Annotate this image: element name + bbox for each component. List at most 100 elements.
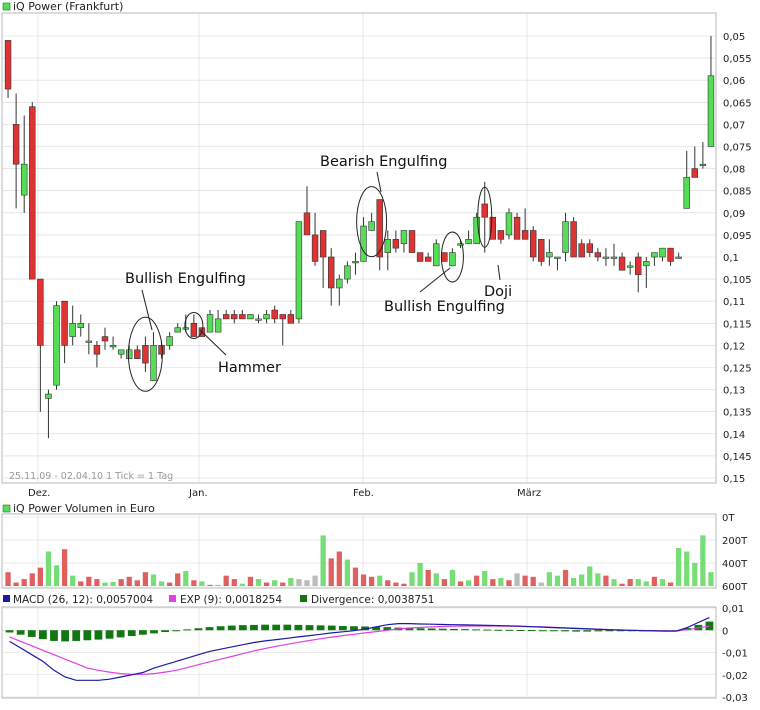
volume-bar — [708, 572, 714, 586]
price-tick-label: 0,07 — [723, 120, 745, 131]
volume-bar — [304, 580, 310, 586]
legend-swatch-exp — [169, 595, 176, 602]
volume-bar — [231, 579, 237, 586]
candle-body — [659, 247, 666, 258]
divergence-bar — [494, 629, 503, 631]
divergence-bar — [527, 630, 536, 632]
candle-body — [319, 230, 327, 258]
volume-bar — [191, 580, 197, 586]
chart-canvas: 0,05 0,055 0,06 0,065 0,07 0,075 0,08 0,085 0,09… — [0, 0, 760, 706]
price-tick-label: 0,135 — [723, 408, 752, 419]
price-tick-label: 0,13 — [723, 386, 745, 397]
candle-body — [279, 314, 286, 320]
candle-body — [505, 212, 513, 236]
divergence-bar — [205, 627, 214, 631]
candle-body — [481, 203, 488, 218]
candle-body — [231, 314, 238, 320]
volume-bar — [449, 569, 456, 586]
volume-bar — [465, 580, 472, 586]
candle-body — [85, 340, 93, 343]
volume-bar — [538, 582, 544, 586]
candle-body — [707, 75, 715, 147]
volume-bar — [619, 583, 625, 586]
volume-bar — [312, 575, 318, 586]
macd-tick-label: -0,01 — [722, 649, 748, 660]
macd-tick-label: -0,03 — [722, 693, 748, 704]
candle-body — [255, 318, 262, 321]
macd-tick-label: -0,02 — [722, 671, 748, 682]
candle-body — [497, 230, 505, 240]
volume-bar — [409, 572, 415, 586]
price-panel-title: iQ Power (Frankfurt) — [13, 0, 123, 13]
divergence-bar — [583, 630, 592, 632]
candle-body — [651, 252, 658, 258]
candle-body — [206, 314, 214, 333]
volume-bar — [336, 551, 342, 586]
divergence-bar — [350, 626, 358, 631]
volume-tick-label: 0T — [722, 513, 735, 524]
divergence-bar — [294, 624, 303, 631]
candle-body — [643, 261, 650, 267]
pattern-label: Hammer — [218, 360, 281, 376]
volume-bar — [45, 551, 52, 586]
divergence-bar — [27, 630, 36, 637]
candle-body — [93, 345, 101, 355]
divergence-bar — [161, 630, 169, 633]
volume-bar — [554, 575, 561, 586]
legend-swatch-price — [2, 2, 11, 11]
candle-body — [562, 221, 569, 253]
volume-bar — [684, 551, 690, 586]
divergence-bar — [94, 630, 103, 640]
divergence-bar — [461, 629, 469, 631]
candle-body — [190, 322, 198, 337]
candle-body — [360, 225, 367, 262]
price-tick-label: 0,095 — [723, 231, 752, 242]
divergence-bar — [116, 630, 125, 638]
divergence-bar — [83, 630, 92, 641]
volume-bar — [296, 579, 302, 586]
candle-body — [61, 300, 68, 346]
volume-bar — [425, 569, 431, 586]
divergence-bar — [505, 629, 514, 631]
volume-bar — [368, 576, 375, 586]
price-tick-label: 0,065 — [723, 98, 752, 109]
volume-bar — [474, 575, 480, 586]
divergence-bar — [594, 630, 603, 632]
divergence-bar — [61, 630, 69, 642]
candle-body — [344, 265, 351, 280]
candle-body — [546, 252, 553, 258]
volume-bar — [659, 579, 666, 586]
divergence-bar — [705, 621, 714, 631]
candle-body — [521, 230, 529, 240]
volume-bar — [457, 581, 464, 586]
month-tick-label: Jan. — [188, 488, 208, 499]
candle-body — [126, 349, 133, 359]
legend-swatch-divergence — [300, 595, 307, 602]
divergence-bar — [427, 628, 436, 631]
volume-bar — [667, 582, 674, 586]
candle-body — [699, 163, 707, 166]
candle-body — [4, 40, 12, 90]
divergence-bar — [183, 629, 192, 631]
candle-body — [554, 256, 561, 259]
candle-body — [271, 309, 278, 320]
volume-bar — [263, 582, 270, 586]
volume-bar — [5, 572, 11, 586]
candle-body — [368, 221, 375, 231]
volume-bar — [417, 563, 423, 586]
candle-body — [134, 349, 141, 359]
divergence-bar — [283, 624, 292, 631]
month-tick-label: Feb. — [353, 488, 374, 499]
legend-exp: EXP (9): 0,0018254 — [180, 594, 282, 606]
candle-body — [538, 239, 545, 262]
volume-bar — [86, 576, 92, 586]
divergence-bar — [450, 628, 458, 631]
price-tick-label: 0,105 — [723, 275, 752, 286]
candle-body — [222, 314, 230, 320]
volume-tick-label: 200T — [722, 536, 748, 547]
candle-body — [182, 327, 189, 330]
divergence-bar — [261, 624, 269, 631]
volume-bar — [651, 576, 658, 586]
candle-body — [667, 247, 674, 262]
volume-bar — [377, 575, 383, 586]
